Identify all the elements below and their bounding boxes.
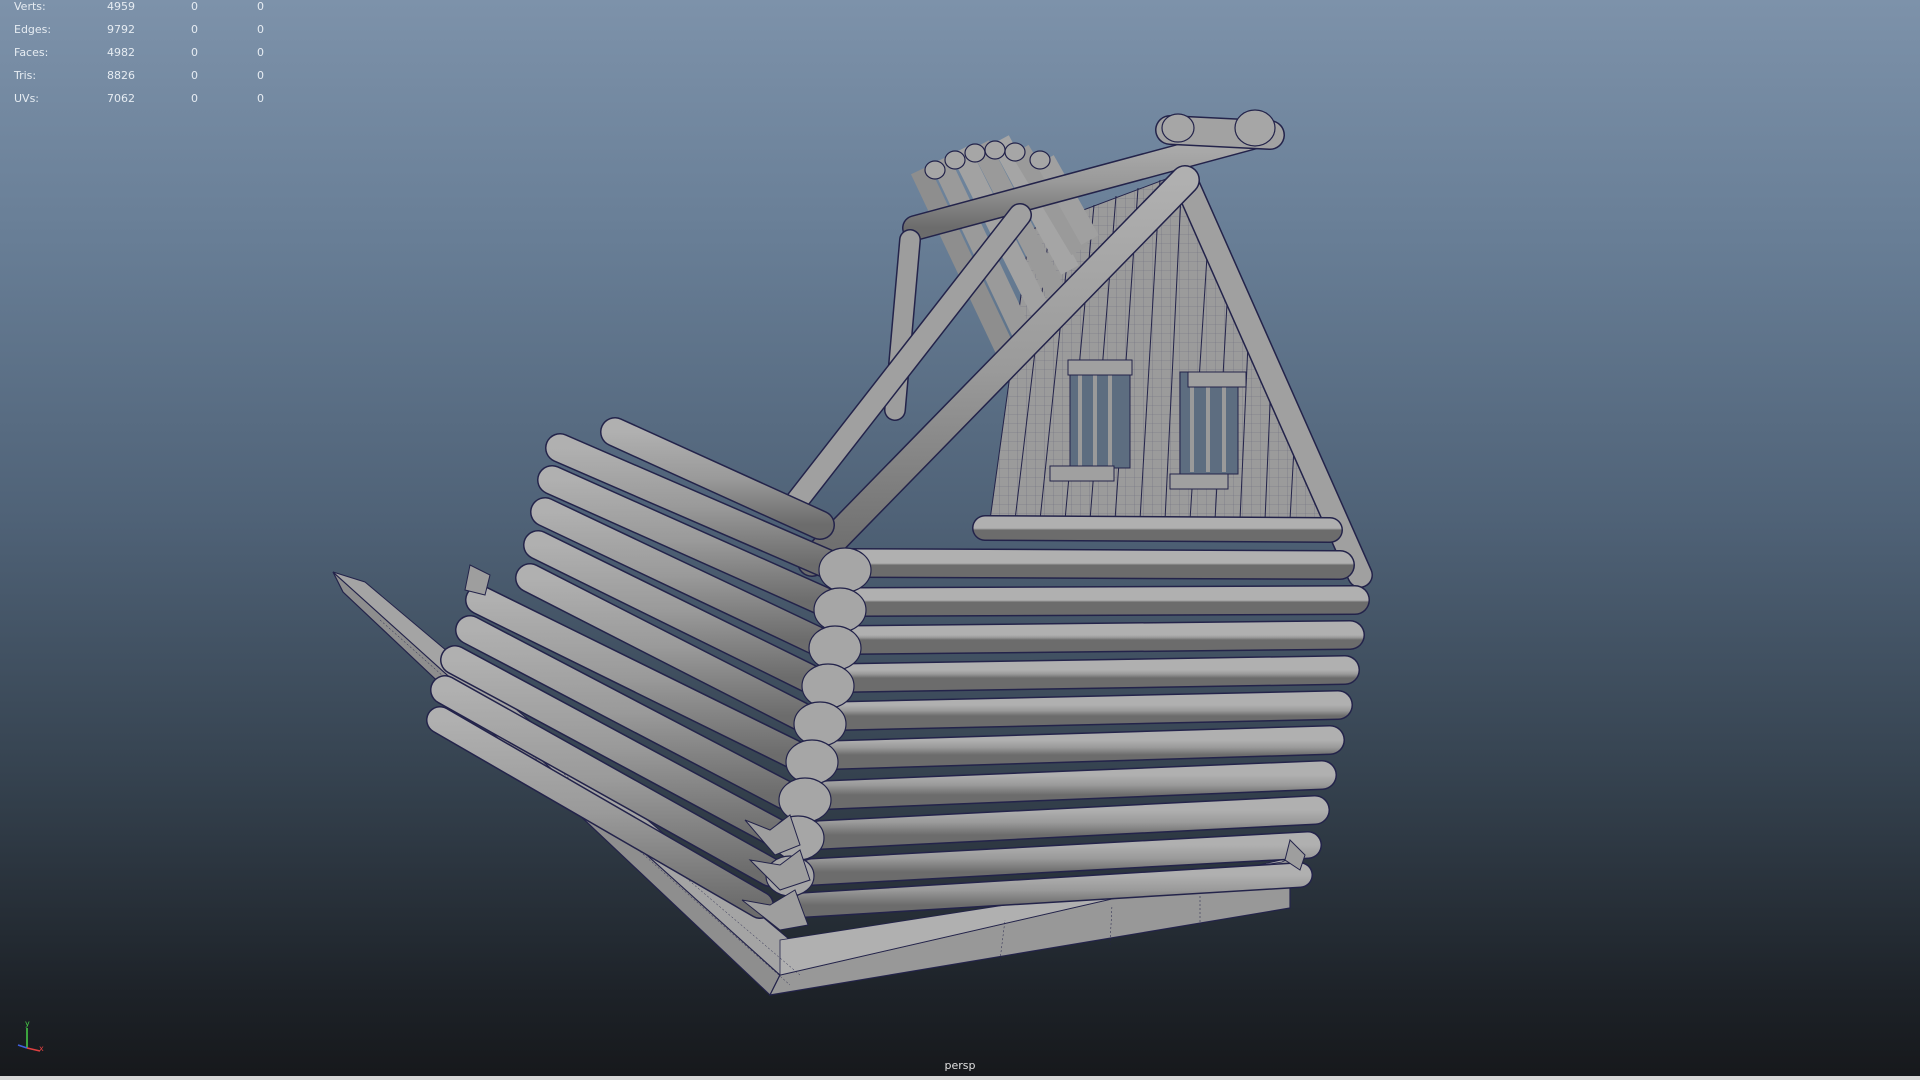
hud-total: 9792 [107,23,135,36]
3d-viewport[interactable]: Verts: 4959 0 0 Edges: 9792 0 0 Faces: 4… [0,0,1920,1080]
camera-name-label: persp [944,1059,976,1072]
gable-window-right [1169,371,1247,490]
axis-y-label: y [25,1019,30,1028]
hud-label: Faces: [14,46,49,59]
hud-label: Edges: [14,23,52,36]
hud-selected: 0 [191,92,198,105]
hud-selected: 0 [191,46,198,59]
viewport-bottom-border [0,1076,1920,1080]
hud-row-verts: Verts: 4959 0 0 [14,0,274,23]
hud-row-uvs: UVs: 7062 0 0 [14,92,274,115]
hud-selected: 0 [191,23,198,36]
hud-selected: 0 [191,0,198,13]
hud-total: 4982 [107,46,135,59]
poly-count-hud: Verts: 4959 0 0 Edges: 9792 0 0 Faces: 4… [14,0,274,115]
hud-selected: 0 [191,69,198,82]
hud-label: UVs: [14,92,40,105]
hud-label: Verts: [14,0,46,13]
hud-component: 0 [257,69,264,82]
front-wall-logs [792,515,1370,918]
hud-component: 0 [257,46,264,59]
hud-row-tris: Tris: 8826 0 0 [14,69,274,92]
hud-total: 4959 [107,0,135,13]
axis-gizmo-icon: y x [17,1019,44,1053]
hud-total: 8826 [107,69,135,82]
hud-total: 7062 [107,92,135,105]
hud-row-edges: Edges: 9792 0 0 [14,23,274,46]
hud-label: Tris: [14,69,37,82]
hud-component: 0 [257,23,264,36]
log-cabin-mesh[interactable] [0,0,1920,1080]
axis-x-label: x [39,1044,44,1053]
hud-row-faces: Faces: 4982 0 0 [14,46,274,69]
hud-component: 0 [257,92,264,105]
hud-component: 0 [257,0,264,13]
